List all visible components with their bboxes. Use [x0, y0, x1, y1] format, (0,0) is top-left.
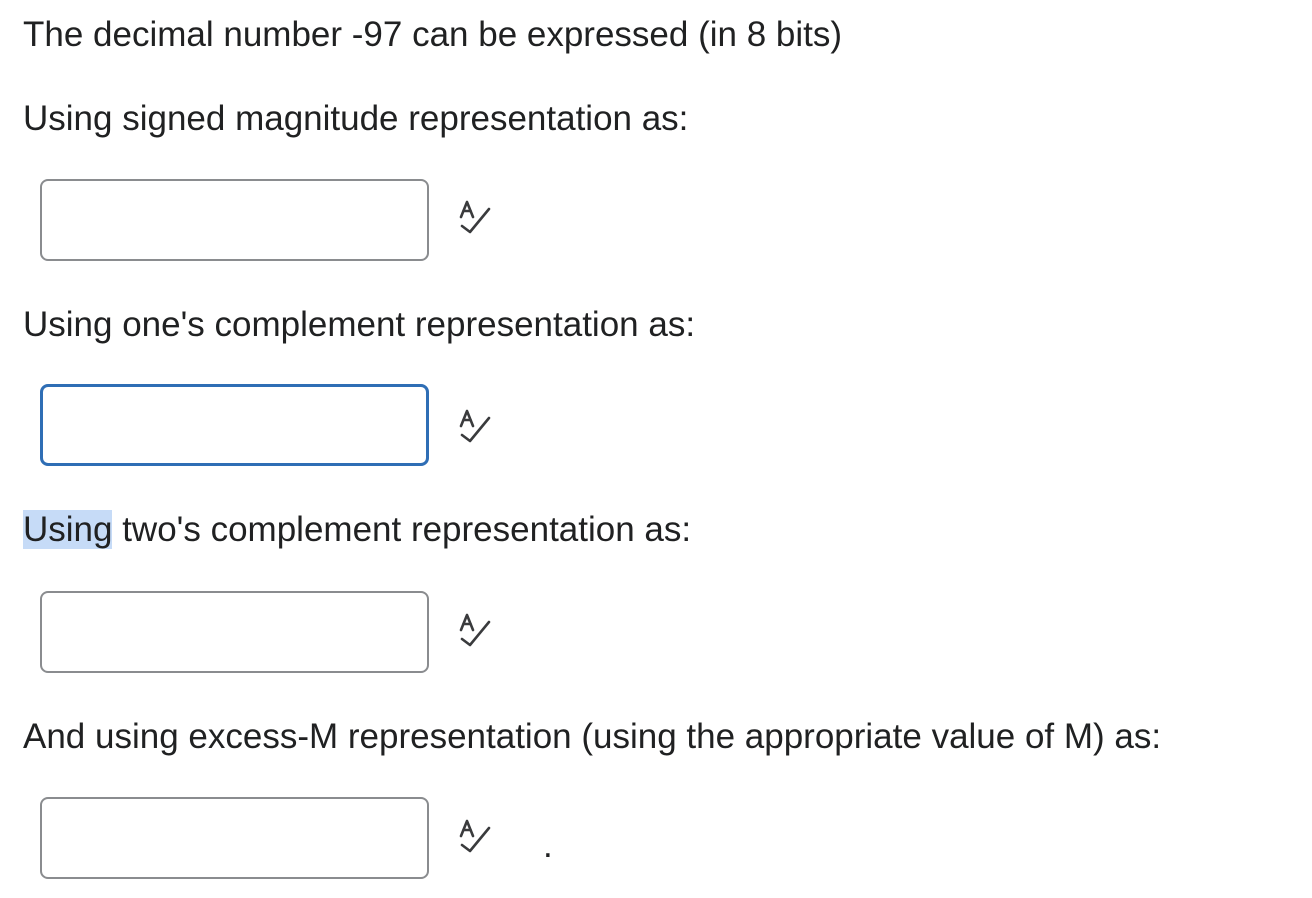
- prompt-signed-magnitude: Using signed magnitude representation as…: [23, 99, 689, 138]
- trailing-period: .: [543, 826, 553, 865]
- question-intro: The decimal number -97 can be expressed …: [23, 15, 843, 54]
- prompt-ones-complement: Using one's complement representation as…: [23, 305, 696, 344]
- spell-check-icon[interactable]: [456, 199, 496, 235]
- prompt-excess-m: And using excess-M representation (using…: [23, 717, 1162, 756]
- answer-input-ones-complement[interactable]: [40, 384, 429, 466]
- prompt-twos-complement: Using two's complement representation as…: [23, 509, 691, 551]
- selected-text: Using: [23, 510, 113, 549]
- spell-check-icon[interactable]: [456, 612, 496, 648]
- answer-input-excess-m[interactable]: [40, 797, 429, 879]
- answer-input-twos-complement[interactable]: [40, 591, 429, 673]
- prompt-twos-complement-rest: two's complement representation as:: [112, 510, 692, 549]
- answer-input-signed-magnitude[interactable]: [40, 179, 429, 261]
- spell-check-icon[interactable]: [456, 408, 496, 444]
- spell-check-icon[interactable]: [456, 818, 496, 854]
